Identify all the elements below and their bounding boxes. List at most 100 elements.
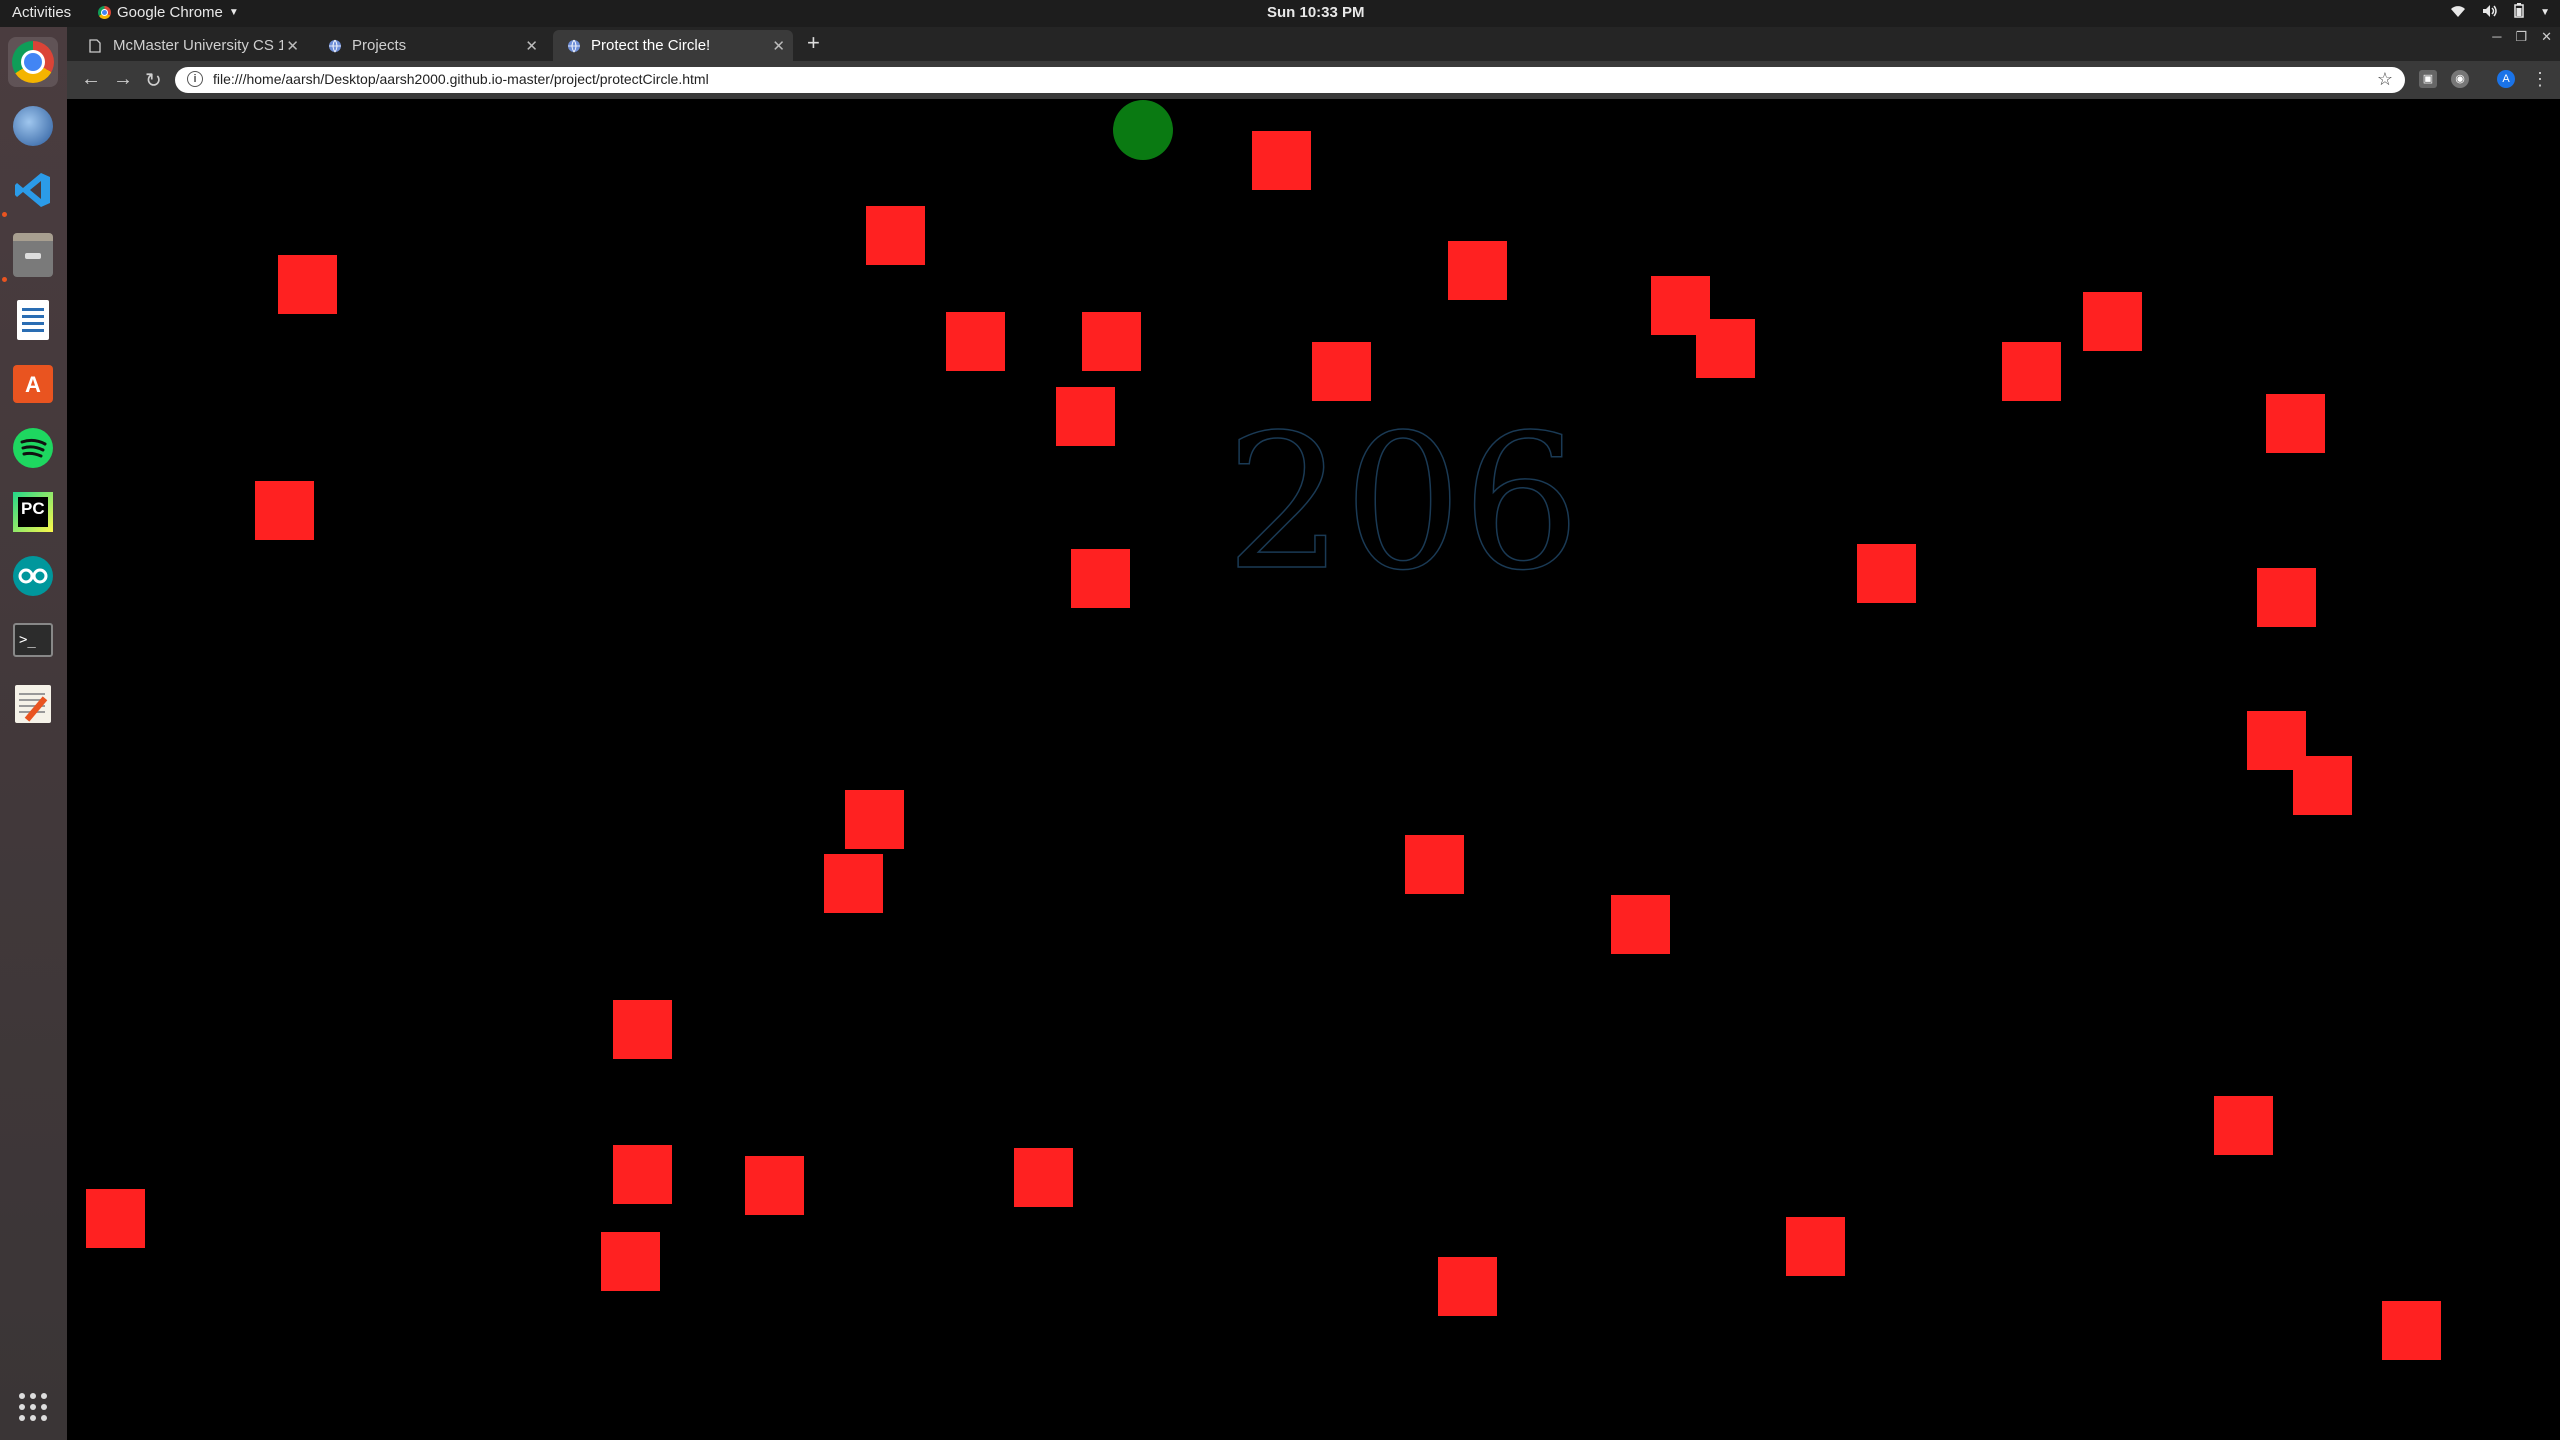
dock-text-editor[interactable] [8,679,58,729]
dock-apps-grid[interactable] [8,1382,58,1432]
pycharm-icon: PC [13,492,53,532]
game-canvas[interactable]: 206 [67,99,2560,1440]
close-icon[interactable]: ✕ [286,37,299,55]
bookmark-star-icon[interactable]: ☆ [2377,69,2393,90]
vscode-icon [15,173,50,207]
app-menu[interactable]: Google Chrome ▼ [98,4,239,21]
enemy-square [2083,292,2142,351]
minimize-icon[interactable]: ─ [2492,29,2501,45]
close-icon[interactable]: ✕ [772,37,785,55]
enemy-square [1312,342,1371,401]
running-indicator [2,277,7,282]
score-counter: 206 [1225,394,1580,611]
dock-writer[interactable] [8,295,58,345]
activities-button[interactable]: Activities [12,4,71,21]
close-icon[interactable]: ✕ [525,37,538,55]
tab-strip: McMaster University CS 1 ✕ Projects ✕ Pr… [67,27,2560,61]
enemy-square [2266,394,2325,453]
reload-button[interactable]: ↻ [145,68,162,93]
enemy-square [1696,319,1755,378]
text-editor-icon [15,685,51,723]
enemy-square [1448,241,1507,300]
enemy-square [845,790,904,849]
clock[interactable]: Sun 10:33 PM [1267,4,1365,21]
enemy-square [1405,835,1464,894]
enemy-square [255,481,314,540]
info-icon[interactable]: i [187,71,203,87]
spotify-icon [13,428,53,468]
back-button[interactable]: ← [81,68,101,91]
close-window-icon[interactable]: ✕ [2541,29,2552,45]
chrome-icon [12,41,54,83]
extension-icon[interactable]: ▣ [2419,70,2437,88]
game-background [67,99,2560,1440]
system-tray[interactable]: ▼ [2450,3,2550,21]
dock-spotify[interactable] [8,423,58,473]
enemy-square [2214,1096,2273,1155]
window-controls: ─ ❐ ✕ [2492,29,2552,45]
enemy-square [1438,1257,1497,1316]
enemy-square [2293,756,2352,815]
enemy-square [1786,1217,1845,1276]
tab-mcmaster[interactable]: McMaster University CS 1 ✕ [75,30,307,61]
enemy-square [1611,895,1670,954]
enemy-square [613,1000,672,1059]
battery-icon [2514,3,2524,21]
writer-icon [17,300,49,340]
software-icon: A [13,365,53,403]
enemy-square [601,1232,660,1291]
enemy-square [1071,549,1130,608]
tab-label: Projects [352,37,407,54]
enemy-square [866,206,925,265]
enemy-square [613,1145,672,1204]
dock: A PC >_ [0,27,67,1440]
enemy-square [2002,342,2061,401]
new-tab-button[interactable]: + [807,30,820,56]
enemy-square [824,854,883,913]
extension-icon[interactable]: ◉ [2451,70,2469,88]
enemy-square [1857,544,1916,603]
apps-grid-icon [19,1393,47,1421]
files-icon [13,233,53,277]
forward-button[interactable]: → [113,68,133,91]
restore-icon[interactable]: ❐ [2515,29,2527,45]
globe-icon [328,39,342,53]
thunderbird-icon [13,106,53,146]
terminal-icon: >_ [13,623,53,657]
system-top-bar: Activities Google Chrome ▼ Sun 10:33 PM … [0,0,2560,27]
more-menu-icon[interactable]: ⋮ [2531,69,2549,90]
chevron-down-icon: ▼ [2540,6,2550,18]
enemy-square [2382,1301,2441,1360]
enemy-square [86,1189,145,1248]
document-icon [89,38,103,53]
globe-icon [567,39,581,53]
dock-terminal[interactable]: >_ [8,615,58,665]
enemy-square [1082,312,1141,371]
browser-toolbar: ← → ↻ i file:///home/aarsh/Desktop/aarsh… [67,61,2560,99]
enemy-square [745,1156,804,1215]
dock-pycharm[interactable]: PC [8,487,58,537]
enemy-square [1014,1148,1073,1207]
enemy-square [1056,387,1115,446]
enemy-square [278,255,337,314]
player-circle[interactable] [1113,100,1173,160]
app-menu-label: Google Chrome [117,4,223,21]
chrome-icon [98,6,111,19]
tab-projects[interactable]: Projects ✕ [314,30,546,61]
tab-protect-the-circle[interactable]: Protect the Circle! ✕ [553,30,793,61]
dock-files[interactable] [8,230,58,280]
game-scene: 206 [67,99,2560,1440]
profile-avatar[interactable]: A [2497,70,2515,88]
dock-chrome[interactable] [8,37,58,87]
chevron-down-icon: ▼ [228,7,239,18]
address-bar[interactable]: i file:///home/aarsh/Desktop/aarsh2000.g… [175,67,2405,93]
dock-thunderbird[interactable] [8,101,58,151]
dock-software[interactable]: A [8,359,58,409]
enemy-square [1252,131,1311,190]
enemy-square [946,312,1005,371]
dock-vscode[interactable] [8,165,58,215]
tab-label: Protect the Circle! [591,37,711,54]
tab-label: McMaster University CS 1 [113,37,283,54]
dock-arduino[interactable] [8,551,58,601]
address-url: file:///home/aarsh/Desktop/aarsh2000.git… [213,71,709,87]
